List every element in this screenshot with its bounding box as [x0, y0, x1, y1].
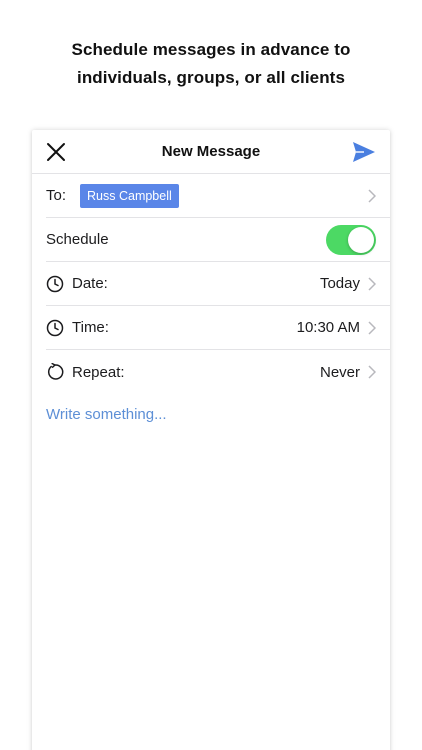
- toggle-knob: [348, 227, 374, 253]
- date-label: Date:: [72, 275, 108, 292]
- recipient-chip[interactable]: Russ Campbell: [80, 183, 179, 208]
- schedule-row: Schedule: [46, 218, 390, 262]
- time-value: 10:30 AM: [296, 319, 360, 336]
- schedule-label: Schedule: [46, 231, 109, 248]
- clock-icon: [46, 275, 64, 293]
- time-row[interactable]: Time: 10:30 AM: [46, 306, 390, 350]
- page-title: New Message: [161, 143, 261, 160]
- time-label: Time:: [72, 319, 109, 336]
- new-message-card: New Message To: Russ Campbell Schedule D…: [32, 130, 390, 750]
- navigation-bar: New Message: [32, 130, 390, 174]
- message-body-input[interactable]: Write something...: [46, 406, 376, 423]
- repeat-row[interactable]: Repeat: Never: [46, 350, 390, 394]
- to-row[interactable]: To: Russ Campbell: [46, 174, 390, 218]
- to-label: To:: [46, 187, 67, 204]
- repeat-icon: [46, 363, 64, 381]
- repeat-label: Repeat:: [72, 363, 125, 381]
- send-icon[interactable]: [352, 141, 376, 163]
- headline-line-2: individuals, groups, or all clients: [77, 68, 345, 87]
- chevron-right-icon: [368, 189, 377, 203]
- chevron-right-icon: [368, 277, 377, 291]
- date-row[interactable]: Date: Today: [46, 262, 390, 306]
- chevron-right-icon: [368, 321, 377, 335]
- headline-line-1: Schedule messages in advance to: [71, 40, 351, 59]
- clock-icon: [46, 319, 64, 337]
- chevron-right-icon: [368, 365, 377, 379]
- repeat-value: Never: [319, 363, 360, 381]
- date-value: Today: [319, 275, 360, 292]
- promo-headline: Schedule messages in advance to individu…: [0, 36, 422, 92]
- schedule-toggle[interactable]: [326, 225, 376, 255]
